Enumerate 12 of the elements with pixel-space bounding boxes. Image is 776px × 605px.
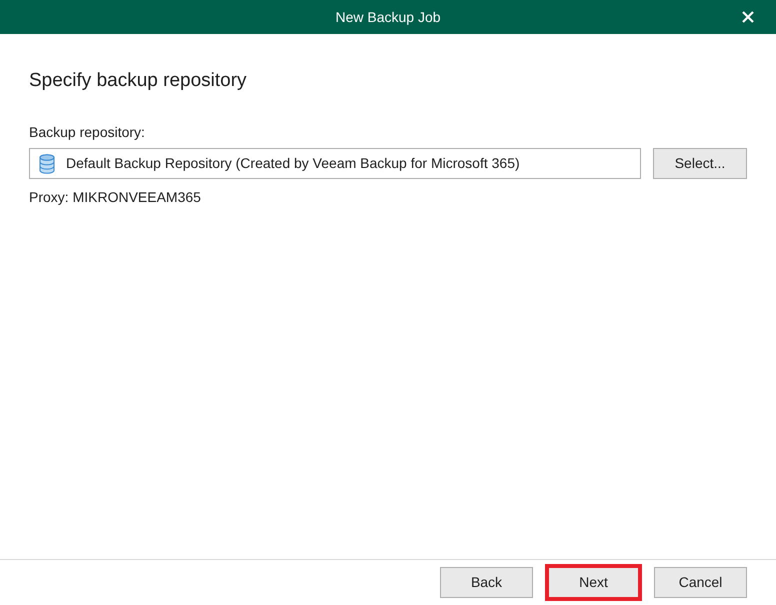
select-button[interactable]: Select... [653, 148, 747, 179]
window-title: New Backup Job [335, 8, 441, 27]
dialog-button[interactable]: Next [545, 564, 642, 601]
dialog-button[interactable]: Back [440, 567, 533, 598]
repository-field[interactable]: Default Backup Repository (Created by Veeam Backup for Microsoft 365) [29, 148, 641, 179]
field-label: Backup repository: [29, 123, 145, 141]
page-heading: Specify backup repository [29, 69, 247, 93]
database-icon [39, 154, 55, 174]
close-button[interactable] [740, 9, 756, 25]
dialog-button[interactable]: Cancel [654, 567, 747, 598]
close-icon [742, 11, 754, 23]
proxy-text: Proxy: MIKRONVEEAM365 [29, 188, 201, 206]
